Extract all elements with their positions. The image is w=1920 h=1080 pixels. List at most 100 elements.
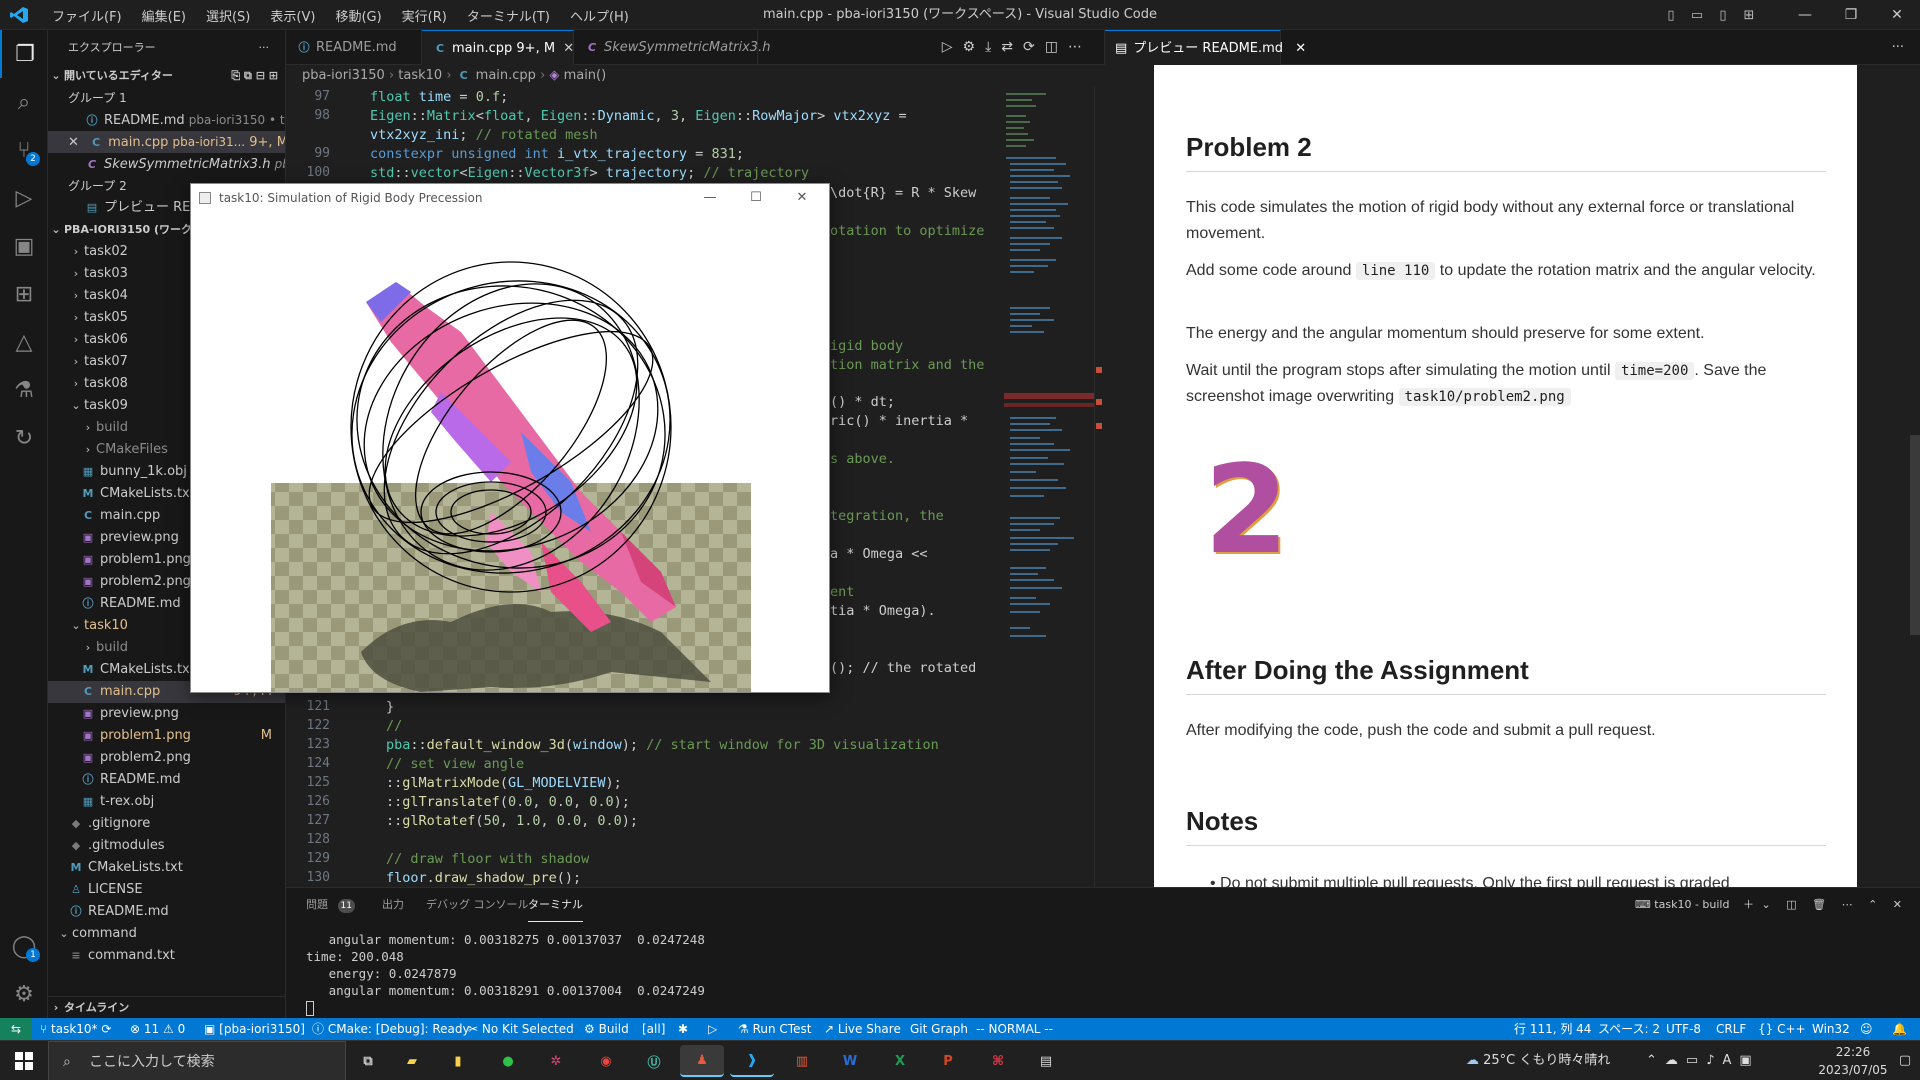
notification-center-icon[interactable]: ▢: [1890, 1041, 1920, 1080]
source-control-icon[interactable]: ⑂ 2: [0, 126, 48, 174]
clock[interactable]: 22:26 2023/07/05: [1818, 1043, 1888, 1079]
volume-icon[interactable]: ♪: [1706, 1053, 1722, 1068]
remote-indicator-icon[interactable]: ⇆: [0, 1018, 32, 1040]
launch-icon[interactable]: ▷: [708, 1018, 717, 1040]
explorer-item[interactable]: ▣ problem1.png M: [48, 725, 285, 747]
explorer-item[interactable]: ▣ preview.png: [48, 703, 285, 725]
search-icon[interactable]: ⌕: [0, 78, 48, 126]
tab-main-cpp[interactable]: Cmain.cpp 9+, M ✕: [422, 30, 574, 65]
indentation[interactable]: スペース: 2: [1598, 1018, 1660, 1040]
explorer-item[interactable]: M CMakeLists.txt: [48, 857, 285, 879]
file-explorer-icon[interactable]: ▰: [390, 1045, 434, 1077]
open-editor-skew[interactable]: CSkewSymmetricMatrix3.h pb...: [48, 153, 285, 175]
app-window-icon[interactable]: ▤: [1024, 1045, 1068, 1077]
chevron-up-icon[interactable]: ⌃: [1646, 1053, 1665, 1068]
split-terminal-icon[interactable]: ◫: [1786, 898, 1796, 911]
build-button[interactable]: ⚙ Build: [584, 1018, 629, 1040]
debug-icon[interactable]: ✱: [678, 1018, 688, 1040]
download-icon[interactable]: ⤓: [985, 39, 1001, 55]
chevron-down-icon[interactable]: ⌄: [1761, 898, 1770, 911]
vscode-taskbar-icon[interactable]: ❱: [730, 1045, 774, 1077]
close-tab-icon[interactable]: ✕: [563, 41, 574, 56]
new-terminal-icon[interactable]: ＋: [1743, 898, 1754, 911]
simulation-canvas[interactable]: [191, 212, 829, 692]
mendeley-icon[interactable]: ⌘: [976, 1045, 1020, 1077]
menu-help[interactable]: ヘルプ(H): [560, 6, 639, 25]
input-icon[interactable]: ▣: [1739, 1053, 1759, 1068]
split-editor-icon[interactable]: ◫: [1045, 39, 1068, 55]
restore-window-button[interactable]: ❐: [1828, 0, 1874, 30]
ctest-button[interactable]: ⚗ Run CTest: [738, 1018, 811, 1040]
explorer-item[interactable]: ▦ t-rex.obj: [48, 791, 285, 813]
chrome-icon[interactable]: ◉: [584, 1045, 628, 1077]
explorer-item[interactable]: ⓘ README.md: [48, 769, 285, 791]
tab-terminal[interactable]: ターミナル: [528, 888, 583, 922]
tab-problems[interactable]: 問題 11: [306, 888, 355, 922]
line-app-icon[interactable]: ●: [486, 1045, 530, 1077]
problems-status[interactable]: ⊗ 11 ⚠ 0: [130, 1018, 185, 1040]
encoding[interactable]: UTF-8: [1666, 1018, 1701, 1040]
tab-preview-readme[interactable]: ▤ プレビュー README.md ✕: [1105, 30, 1306, 65]
explorer-item[interactable]: ◆ .gitmodules: [48, 835, 285, 857]
menu-view[interactable]: 表示(V): [260, 6, 325, 25]
menu-terminal[interactable]: ターミナル(T): [457, 6, 560, 25]
jetbrains-icon[interactable]: Ⓤ: [632, 1045, 676, 1077]
timeline-section[interactable]: › タイムライン: [48, 996, 285, 1018]
build-target[interactable]: [all]: [642, 1018, 665, 1040]
explorer-item[interactable]: ▣ problem2.png: [48, 747, 285, 769]
breadcrumb-symbol[interactable]: main(): [564, 68, 607, 83]
cmake-status[interactable]: ⓘ CMake: [Debug]: Ready: [312, 1018, 470, 1040]
tab-output[interactable]: 出力: [382, 888, 404, 922]
weather-widget[interactable]: ☁ 25°C くもり時々晴れ: [1466, 1041, 1610, 1080]
explorer-item[interactable]: ⓘ README.md: [48, 901, 285, 923]
compare-icon[interactable]: ⇄: [1001, 39, 1023, 55]
ime-icon[interactable]: A: [1723, 1053, 1740, 1068]
close-window-button[interactable]: ✕: [1874, 0, 1920, 30]
maximize-panel-icon[interactable]: ⌃: [1868, 898, 1877, 911]
feedback-icon[interactable]: ☺: [1860, 1018, 1873, 1040]
menu-edit[interactable]: 編集(E): [132, 6, 196, 25]
notifications-bell-icon[interactable]: 🔔: [1892, 1018, 1907, 1040]
close-button[interactable]: ✕: [779, 184, 825, 212]
close-icon[interactable]: ✕: [68, 132, 84, 153]
onedrive-icon[interactable]: ☁: [1665, 1053, 1686, 1068]
live-share-button[interactable]: ↗ Live Share: [824, 1018, 901, 1040]
minimize-button[interactable]: —: [687, 184, 733, 212]
toggle-panel-icon[interactable]: ▭: [1684, 0, 1710, 30]
explorer-icon[interactable]: ❐: [0, 30, 48, 78]
testing-icon[interactable]: ⚗: [0, 366, 48, 414]
more-actions-icon[interactable]: ⋯: [1068, 39, 1092, 55]
winrar-icon[interactable]: ▥: [780, 1045, 824, 1077]
network-icon[interactable]: ▭: [1686, 1053, 1706, 1068]
menu-go[interactable]: 移動(G): [325, 6, 391, 25]
workspace-status[interactable]: ▣ [pba-iori3150]: [204, 1018, 305, 1040]
line-endings[interactable]: CRLF: [1716, 1018, 1746, 1040]
powerpoint-icon[interactable]: P: [926, 1045, 970, 1077]
live-share-icon[interactable]: ↻: [0, 414, 48, 462]
language-mode[interactable]: {} C++: [1758, 1018, 1806, 1040]
close-tab-icon[interactable]: ✕: [1295, 41, 1306, 56]
open-editor-main-cpp[interactable]: ✕ Cmain.cpp pba-iori31... 9+, M: [48, 131, 285, 153]
explorer-item[interactable]: ≡ command.txt: [48, 945, 285, 967]
git-graph-button[interactable]: Git Graph: [910, 1018, 968, 1040]
task-view-icon[interactable]: ⧉: [346, 1045, 390, 1077]
excel-icon[interactable]: X: [878, 1045, 922, 1077]
tab-skew-symmetric[interactable]: C SkewSymmetricMatrix3.h: [574, 30, 770, 65]
simulation-window-titlebar[interactable]: task10: Simulation of Rigid Body Precess…: [191, 184, 829, 212]
maximize-button[interactable]: ☐: [733, 184, 779, 212]
git-branch[interactable]: ⑂ task10* ⟳: [40, 1018, 111, 1040]
toggle-sidebar-icon[interactable]: ▯: [1658, 0, 1684, 30]
more-actions-icon[interactable]: ···: [259, 30, 270, 65]
preview-scrollbar-thumb[interactable]: [1910, 435, 1920, 635]
terminal-name[interactable]: task10 - build: [1654, 898, 1729, 911]
trash-icon[interactable]: 🗑: [1812, 898, 1826, 911]
platform[interactable]: Win32: [1812, 1018, 1850, 1040]
menu-file[interactable]: ファイル(F): [42, 6, 132, 25]
markdown-preview[interactable]: Problem 2 This code simulates the motion…: [1104, 65, 1920, 887]
explorer-item[interactable]: ♙ LICENSE: [48, 879, 285, 901]
customize-layout-icon[interactable]: ⊞: [1736, 0, 1762, 30]
breadcrumb-workspace[interactable]: pba-iori3150: [302, 68, 385, 83]
open-editor-readme[interactable]: ⓘ README.md pba-iori3150 • t...: [48, 109, 286, 131]
close-panel-icon[interactable]: ✕: [1893, 898, 1902, 911]
taskbar-search-box[interactable]: ⌕ ここに入力して検索: [48, 1041, 346, 1080]
